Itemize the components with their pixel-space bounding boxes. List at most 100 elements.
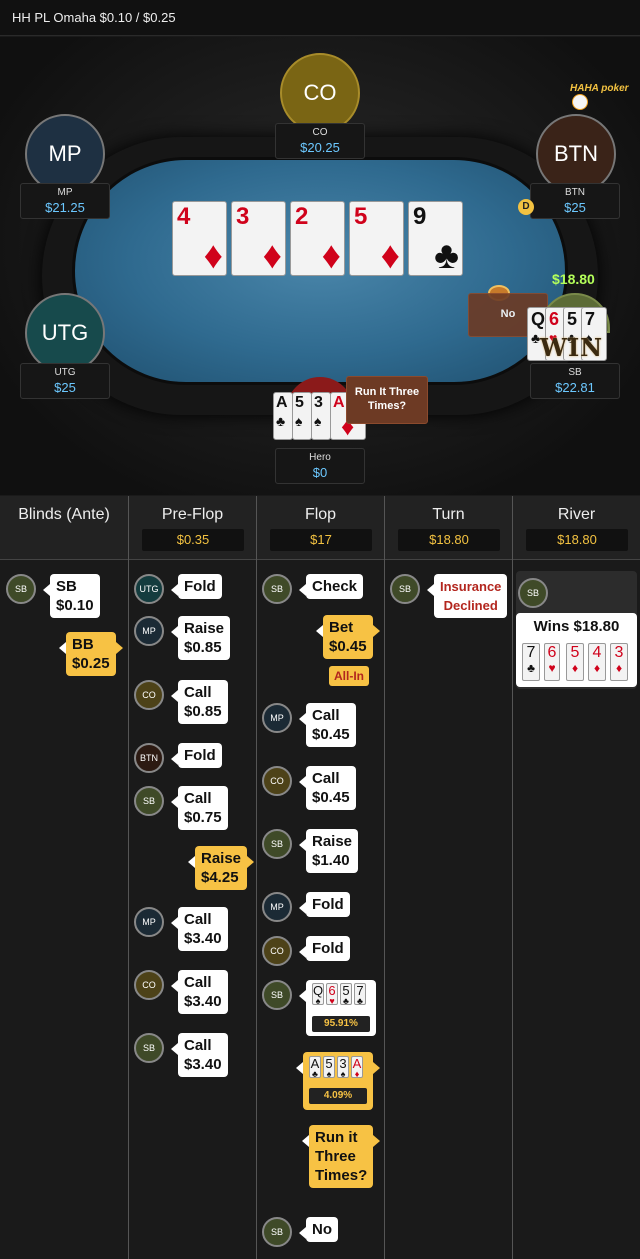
- action-text: $0.45: [312, 726, 350, 743]
- action-bubble: No: [299, 1217, 338, 1242]
- hero-hole-card: A ♣: [273, 392, 293, 440]
- card-rank: Q: [531, 309, 546, 329]
- action-text: Raise: [201, 850, 242, 867]
- brand-logo: HAHA poker: [570, 83, 640, 110]
- player-avatar-co[interactable]: CO: [134, 970, 164, 1000]
- player-avatar-sb[interactable]: SB: [262, 980, 292, 1010]
- action-text: Three: [315, 1148, 356, 1165]
- action-text: Call: [184, 790, 212, 807]
- equity-card-suit: ♦: [354, 1069, 360, 1079]
- winning-card-suit: ♥: [548, 661, 556, 675]
- action-bubble: Insurance Declined: [426, 574, 508, 618]
- action-text: Insurance: [440, 579, 502, 594]
- winning-card-suit: ♣: [527, 661, 535, 675]
- player-avatar-sb[interactable]: SB: [518, 578, 548, 608]
- action-text: No: [312, 1221, 332, 1238]
- hero-hole-card: 3 ♠: [311, 392, 331, 440]
- win-bubble: Wins $18.80 7 ♣ 6 ♥ 5 ♦ 4 ♦ 3 ♦: [516, 613, 637, 687]
- action-text: $3.40: [184, 993, 222, 1010]
- player-avatar-sb[interactable]: SB: [134, 1033, 164, 1063]
- action-bubble: SB $0.10: [43, 574, 100, 618]
- street-column: Flop $17 SB Check Bet $0.45 All-In MP Call $0.45 C…: [257, 496, 385, 1259]
- player-avatar-co[interactable]: CO: [262, 936, 292, 966]
- player-avatar-co[interactable]: CO: [262, 766, 292, 796]
- equity-bubble: Q ♠ 6 ♥ 5 ♣ 7 ♣ 95.91%: [299, 980, 376, 1036]
- player-avatar-btn[interactable]: BTN: [134, 743, 164, 773]
- street-pot: $18.80: [398, 529, 500, 551]
- action-text: Run it: [315, 1129, 358, 1146]
- card-rank: 9: [413, 203, 427, 230]
- card-suit: ♠: [314, 413, 322, 429]
- card-rank: 4: [177, 203, 191, 230]
- seat-btn[interactable]: BTN: [536, 114, 616, 194]
- action-bubble: Raise $1.40: [298, 829, 359, 873]
- card-rank: 5: [567, 309, 578, 329]
- equity-card-suit: ♥: [329, 996, 335, 1006]
- winning-card: 3 ♦: [610, 643, 628, 681]
- seat-utg[interactable]: UTG: [25, 293, 105, 373]
- action-text: Check: [312, 578, 358, 595]
- action-bubble: Call $3.40: [171, 907, 228, 951]
- player-avatar-utg[interactable]: UTG: [134, 574, 164, 604]
- street-name: Turn: [432, 506, 465, 523]
- player-avatar-sb[interactable]: SB: [134, 786, 164, 816]
- pot-won-amount: $18.80: [552, 271, 595, 287]
- hero-action-bubble: Bet $0.45: [316, 615, 380, 659]
- equity-card: A ♦: [351, 1056, 363, 1079]
- player-avatar-mp[interactable]: MP: [134, 907, 164, 937]
- action-text: $0.75: [184, 809, 222, 826]
- player-avatar-sb[interactable]: SB: [6, 574, 36, 604]
- action-text: Call: [184, 1037, 212, 1054]
- action-text: Fold: [312, 896, 344, 913]
- player-avatar-mp[interactable]: MP: [262, 892, 292, 922]
- board-card: 4 ♦: [172, 201, 227, 276]
- seat-label: MP: [48, 141, 82, 166]
- player-avatar-mp[interactable]: MP: [262, 703, 292, 733]
- action-bubble: Call $0.45: [299, 766, 356, 810]
- card-rank: 3: [314, 394, 323, 411]
- street-column: Blinds (Ante) SB SB $0.10 BB $0.25: [0, 496, 129, 1259]
- equity-card: A ♣: [309, 1056, 321, 1079]
- action-text: $0.45: [312, 789, 350, 806]
- card-rank: 7: [585, 309, 596, 329]
- action-text: $4.25: [201, 869, 239, 886]
- action-text: $0.25: [72, 655, 110, 672]
- winning-card-suit: ♦: [571, 661, 579, 675]
- poker-table-area: HAHA poker CO CO $20.25 MP MP $21.25 BTN B…: [0, 37, 640, 495]
- hero-action-bubble: Run it Three Times?: [301, 1125, 381, 1188]
- card-rank: 5: [354, 203, 368, 230]
- action-text: Fold: [312, 940, 344, 957]
- player-avatar-sb[interactable]: SB: [262, 574, 292, 604]
- street-pot: $17: [270, 529, 372, 551]
- street-name: Pre-Flop: [161, 506, 224, 523]
- equity-value: 4.09%: [309, 1088, 367, 1104]
- action-text: SB: [56, 578, 77, 595]
- equity-card: 7 ♣: [354, 983, 366, 1006]
- seat-co[interactable]: CO: [280, 53, 360, 133]
- player-avatar-sb[interactable]: SB: [390, 574, 420, 604]
- action-text: Call: [184, 684, 212, 701]
- card-suit: ♣: [276, 413, 286, 429]
- action-text: Call: [312, 707, 340, 724]
- action-bubble: Fold: [299, 892, 350, 917]
- player-avatar-co[interactable]: CO: [134, 680, 164, 710]
- action-text: Call: [184, 974, 212, 991]
- hero-action-bubble: Raise $4.25: [187, 846, 255, 890]
- card-rank: 5: [295, 394, 304, 411]
- street-column: River $18.80 SB Wins $18.80 7 ♣ 6 ♥ 5 ♦ 4 ♦ 3 ♦: [513, 496, 640, 1259]
- player-avatar-sb[interactable]: SB: [262, 829, 292, 859]
- hero-action-bubble: BB $0.25: [59, 632, 123, 676]
- equity-card-suit: ♠: [315, 996, 321, 1006]
- player-avatar-mp[interactable]: MP: [134, 616, 164, 646]
- seat-mp[interactable]: MP: [25, 114, 105, 194]
- seat-plate-co: CO $20.25: [275, 123, 365, 159]
- player-avatar-sb[interactable]: SB: [262, 1217, 292, 1247]
- card-suit: ♦: [262, 235, 282, 277]
- logo-ball-icon: [572, 94, 588, 110]
- hero-hole-card: 5 ♠: [292, 392, 312, 440]
- equity-card: 3 ♠: [337, 1056, 349, 1079]
- winning-card-suit: ♦: [615, 661, 623, 675]
- action-text: Raise: [184, 620, 225, 637]
- action-bubble: Check: [298, 574, 364, 599]
- winning-card: 7 ♣: [522, 643, 540, 681]
